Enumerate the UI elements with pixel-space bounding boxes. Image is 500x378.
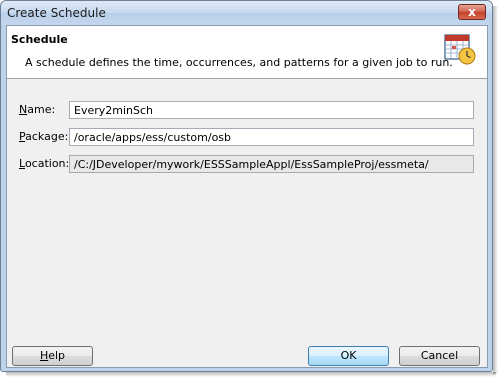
name-field[interactable]: Every2minSch <box>69 101 474 119</box>
header-panel: Schedule A schedule defines the time, oc… <box>7 26 487 79</box>
dialog-body: Schedule A schedule defines the time, oc… <box>6 25 488 368</box>
location-label: Location: <box>19 157 70 170</box>
close-button[interactable]: x <box>458 4 486 20</box>
header-description: A schedule defines the time, occurrences… <box>25 56 453 69</box>
name-label: Name: <box>19 103 56 116</box>
ok-button[interactable]: OK <box>308 346 389 366</box>
help-button[interactable]: Help <box>12 346 93 366</box>
create-schedule-dialog: Create Schedule x Schedule A schedule de… <box>0 0 493 372</box>
close-icon: x <box>468 5 476 19</box>
title-bar[interactable]: Create Schedule x <box>1 1 492 25</box>
header-title: Schedule <box>11 33 68 46</box>
window-shadow-right <box>493 6 498 374</box>
package-field[interactable]: /oracle/apps/ess/custom/osb <box>69 128 474 146</box>
cancel-button[interactable]: Cancel <box>399 346 480 366</box>
package-label: Package: <box>19 130 69 143</box>
calendar-clock-icon <box>444 34 476 65</box>
location-field[interactable]: /C:/JDeveloper/mywork/ESSSampleAppl/EssS… <box>69 155 474 173</box>
window-shadow-bottom <box>6 372 496 377</box>
window-title: Create Schedule <box>7 6 106 20</box>
